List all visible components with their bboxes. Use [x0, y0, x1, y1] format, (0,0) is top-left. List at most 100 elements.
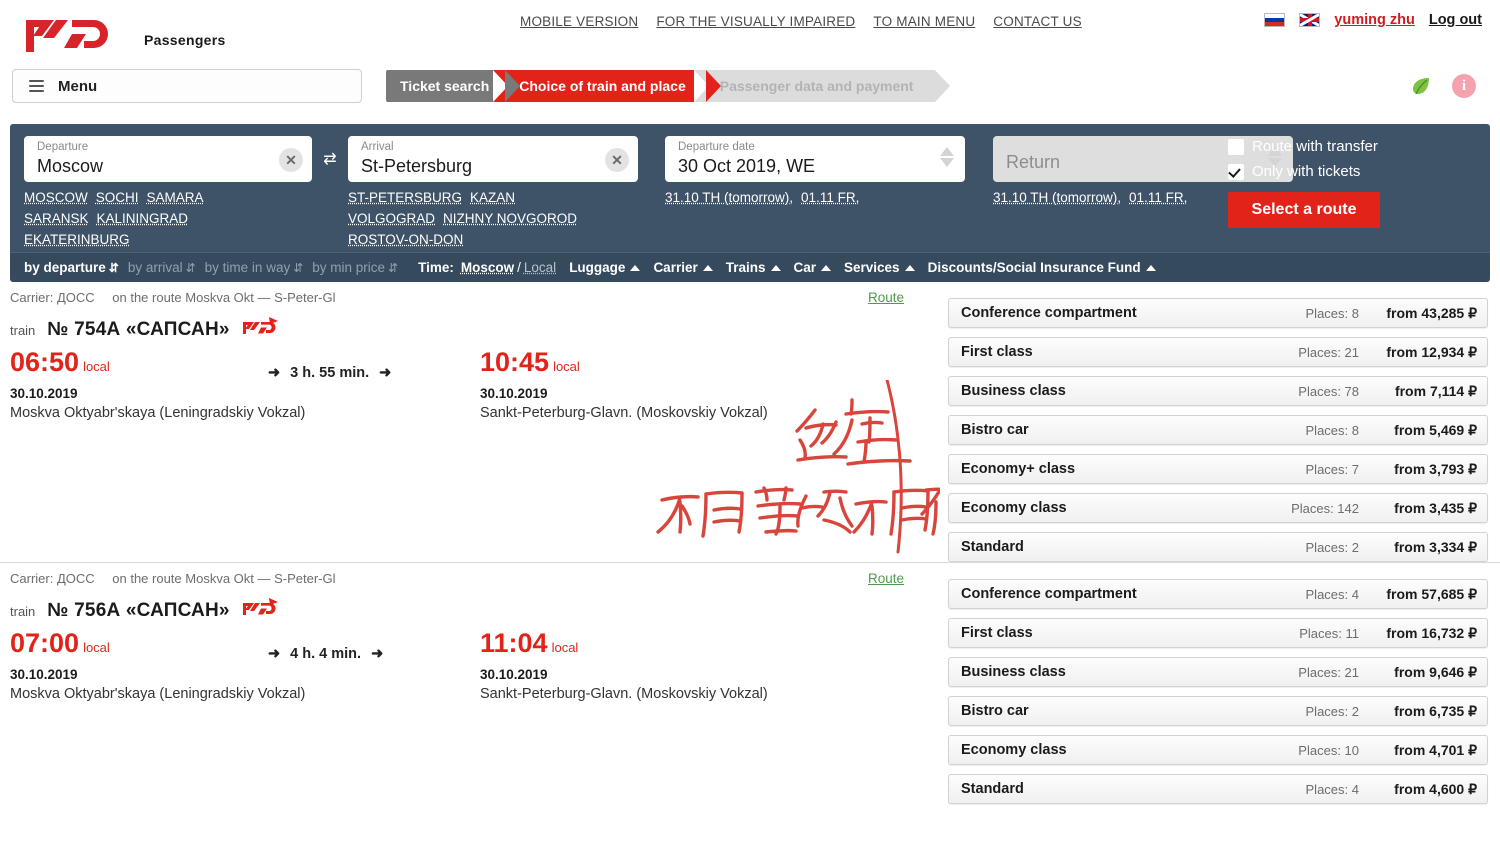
train-1-arrival-time-value: 10:45 — [480, 347, 549, 377]
checkbox-route-with-transfer[interactable]: Route with transfer — [1228, 138, 1474, 155]
class-option-row[interactable]: Standard Places: 2 from 3,334 ₽ — [948, 532, 1488, 562]
checkbox-only-with-tickets-box[interactable] — [1228, 164, 1244, 180]
sort-by-time-in-way[interactable]: by time in way ⇵ — [205, 260, 304, 275]
search-panel: Departure Moscow ✕ MOSCOW SOCHI SAMARA SAR… — [10, 124, 1490, 252]
flag-uk-icon[interactable] — [1299, 13, 1320, 27]
class-places: Places: 8 — [1243, 423, 1373, 438]
sort-by-min-price[interactable]: by min price ⇵ — [312, 260, 398, 275]
arrival-input[interactable]: Arrival St-Petersburg ✕ — [348, 136, 638, 182]
train-1-word: train — [10, 323, 35, 338]
class-places: Places: 8 — [1243, 306, 1373, 321]
filter-discounts[interactable]: Discounts/Social Insurance Fund — [928, 260, 1156, 275]
class-option-row[interactable]: Economy class Places: 10 from 4,701 ₽ — [948, 735, 1488, 765]
train-2-arrival: 11:04local 30.10.2019 Sankt-Peterburg-Gl… — [480, 628, 768, 702]
sort-by-arrival-label: by arrival — [128, 260, 183, 275]
arrival-clear-icon[interactable]: ✕ — [605, 148, 629, 172]
train-2-route-link[interactable]: Route — [868, 571, 904, 586]
train-1-route-link[interactable]: Route — [868, 290, 904, 305]
class-price: from 6,735 ₽ — [1373, 703, 1477, 720]
nav-link-visually-impaired[interactable]: FOR THE VISUALLY IMPAIRED — [656, 14, 855, 29]
user-name-link[interactable]: yuming zhu — [1334, 12, 1415, 28]
logout-link[interactable]: Log out — [1429, 12, 1482, 28]
class-option-row[interactable]: First class Places: 21 from 12,934 ₽ — [948, 337, 1488, 367]
class-option-row[interactable]: Bistro car Places: 2 from 6,735 ₽ — [948, 696, 1488, 726]
departure-value: Moscow — [37, 154, 277, 178]
class-option-row[interactable]: Conference compartment Places: 8 from 43… — [948, 298, 1488, 328]
class-option-row[interactable]: Conference compartment Places: 4 from 57… — [948, 579, 1488, 609]
class-option-row[interactable]: Business class Places: 78 from 7,114 ₽ — [948, 376, 1488, 406]
train-2-departure-time-value: 07:00 — [10, 628, 79, 658]
filter-carrier[interactable]: Carrier — [653, 260, 712, 275]
step-ticket-search[interactable]: Ticket search — [386, 70, 505, 102]
class-name: Economy class — [961, 500, 1243, 516]
departure-suggestion-moscow[interactable]: MOSCOW — [24, 190, 88, 205]
arrival-suggestion-volgograd[interactable]: VOLGOGRAD — [348, 211, 435, 226]
departure-suggestion-samara[interactable]: SAMARA — [147, 190, 204, 205]
class-price: from 7,114 ₽ — [1373, 383, 1477, 400]
sort-by-departure[interactable]: by departure ⇵ — [24, 260, 119, 275]
class-option-row[interactable]: First class Places: 11 from 16,732 ₽ — [948, 618, 1488, 648]
arrival-suggestions: ST-PETERSBURG KAZAN VOLGOGRAD NIZHNY NOVGO… — [348, 187, 638, 250]
class-places: Places: 142 — [1243, 501, 1373, 516]
checkbox-route-with-transfer-box[interactable] — [1228, 139, 1244, 155]
arrival-suggestion-kazan[interactable]: KAZAN — [470, 190, 515, 205]
departure-clear-icon[interactable]: ✕ — [279, 148, 303, 172]
filter-services[interactable]: Services — [844, 260, 915, 275]
class-option-row[interactable]: Economy+ class Places: 7 from 3,793 ₽ — [948, 454, 1488, 484]
return-date-suggestion-1[interactable]: 31.10 TH (tomorrow), — [993, 190, 1121, 205]
class-option-row[interactable]: Business class Places: 21 from 9,646 ₽ — [948, 657, 1488, 687]
departure-date-stepper-icon[interactable] — [940, 147, 954, 167]
class-places: Places: 10 — [1243, 743, 1373, 758]
class-option-row[interactable]: Economy class Places: 142 from 3,435 ₽ — [948, 493, 1488, 523]
swap-direction-icon[interactable]: ⇄ — [312, 136, 348, 182]
filter-trains[interactable]: Trains — [726, 260, 781, 275]
nav-link-mobile-version[interactable]: MOBILE VERSION — [520, 14, 638, 29]
time-moscow-link[interactable]: Moscow — [461, 260, 514, 275]
info-icon[interactable]: i — [1452, 74, 1476, 98]
leaf-icon[interactable] — [1410, 75, 1432, 97]
class-name: Bistro car — [961, 422, 1243, 438]
class-name: Standard — [961, 539, 1243, 555]
select-route-button[interactable]: Select a route — [1228, 192, 1380, 228]
return-date-suggestion-2[interactable]: 01.11 FR, — [1129, 190, 1187, 205]
nav-link-contact-us[interactable]: CONTACT US — [993, 14, 1082, 29]
rzd-logo[interactable]: Passengers — [22, 14, 226, 58]
nav-link-main-menu[interactable]: TO MAIN MENU — [873, 14, 975, 29]
departure-input[interactable]: Departure Moscow ✕ — [24, 136, 312, 182]
menu-label: Menu — [58, 78, 97, 95]
departure-suggestion-kaliningrad[interactable]: KALININGRAD — [97, 211, 189, 226]
filter-car[interactable]: Car — [794, 260, 832, 275]
train-2-departure-time-note: local — [83, 640, 110, 655]
departure-label: Departure — [37, 141, 277, 154]
train-2-arrival-station: Sankt-Peterburg-Glavn. (Moskovskiy Vokza… — [480, 686, 768, 702]
departure-suggestion-sochi[interactable]: SOCHI — [96, 190, 139, 205]
top-header: Passengers MOBILE VERSION FOR THE VISUAL… — [0, 0, 1500, 68]
checkbox-only-with-tickets[interactable]: Only with tickets — [1228, 163, 1474, 180]
departure-date-input[interactable]: Departure date 30 Oct 2019, WE — [665, 136, 965, 182]
arrow-right-icon-c: ➜ — [268, 646, 280, 662]
arrow-right-icon-b: ➜ — [379, 365, 391, 381]
flag-russia-icon[interactable] — [1264, 13, 1285, 27]
departure-date-suggestion-2[interactable]: 01.11 FR, — [801, 190, 859, 205]
step-choice-of-train[interactable]: Choice of train and place — [493, 70, 705, 102]
train-1-departure-time: 06:50local — [10, 347, 305, 382]
departure-date-suggestion-1[interactable]: 31.10 TH (tomorrow), — [665, 190, 793, 205]
train-2-arrival-time: 11:04local — [480, 628, 768, 663]
user-zone: yuming zhu Log out — [1264, 12, 1482, 28]
filter-luggage[interactable]: Luggage — [569, 260, 640, 275]
arrival-suggestion-nizhny-novgorod[interactable]: NIZHNY NOVGOROD — [443, 211, 577, 226]
menu-button[interactable]: Menu — [12, 69, 362, 103]
sort-by-arrival[interactable]: by arrival ⇵ — [128, 260, 196, 275]
time-local-link[interactable]: Local — [524, 260, 556, 275]
train-2-arrival-time-note: local — [552, 640, 579, 655]
class-option-row[interactable]: Bistro car Places: 8 from 5,469 ₽ — [948, 415, 1488, 445]
rzd-logo-mark — [22, 14, 134, 58]
departure-suggestion-ekaterinburg[interactable]: EKATERINBURG — [24, 232, 130, 247]
arrival-suggestion-rostov-on-don[interactable]: ROSTOV-ON-DON — [348, 232, 463, 247]
class-places: Places: 11 — [1243, 626, 1373, 641]
class-places: Places: 4 — [1243, 587, 1373, 602]
class-option-row[interactable]: Standard Places: 4 from 4,600 ₽ — [948, 774, 1488, 804]
departure-suggestion-saransk[interactable]: SARANSK — [24, 211, 89, 226]
class-price: from 9,646 ₽ — [1373, 664, 1477, 681]
arrival-suggestion-st-petersburg[interactable]: ST-PETERSBURG — [348, 190, 462, 205]
